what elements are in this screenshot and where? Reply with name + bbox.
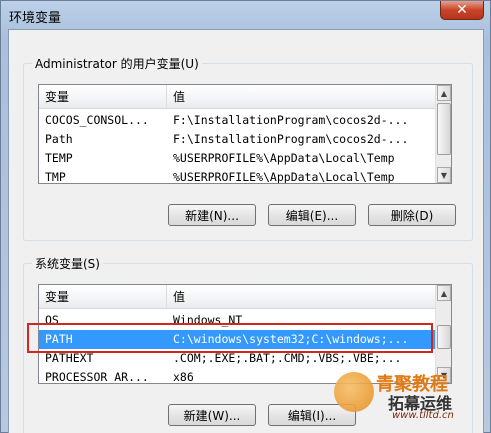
user-vars-scrollbar[interactable]: ▲ ▼ [435, 85, 451, 183]
user-vars-header: 变量 值 [39, 85, 436, 109]
system-new-button[interactable]: 新建(W)... [168, 404, 256, 426]
scroll-down-icon[interactable]: ▼ [437, 167, 451, 183]
close-icon: ✕ [456, 2, 468, 18]
user-vars-list[interactable]: 变量 值 COCOS_CONSOL... F:\InstallationProg… [38, 84, 452, 184]
column-header-value[interactable]: 值 [167, 285, 436, 309]
var-value: .COM;.EXE;.BAT;.CMD;.VBS;.VBE;... [173, 351, 402, 365]
var-name: Path [45, 132, 73, 146]
table-row[interactable]: TMP %USERPROFILE%\AppData\Local\Temp [39, 168, 436, 184]
user-delete-button[interactable]: 删除(D) [368, 204, 456, 226]
env-vars-window: 环境变量 ✕ Administrator 的用户变量(U) 变量 值 COCOS… [0, 0, 491, 433]
window-title: 环境变量 [9, 11, 62, 26]
close-button[interactable]: ✕ [440, 1, 484, 20]
watermark-logo-icon [334, 372, 374, 412]
var-value: F:\InstallationProgram\cocos2d-... [173, 113, 409, 127]
column-header-variable[interactable]: 变量 [39, 85, 167, 109]
scroll-up-icon[interactable]: ▲ [437, 85, 451, 101]
var-name: TEMP [45, 151, 73, 165]
user-vars-group: Administrator 的用户变量(U) 变量 值 COCOS_CONSOL… [23, 55, 473, 241]
user-vars-label: Administrator 的用户变量(U) [32, 55, 202, 72]
var-value: %USERPROFILE%\AppData\Local\Temp [173, 151, 395, 165]
var-name: PATHEXT [45, 351, 94, 365]
table-row[interactable]: TEMP %USERPROFILE%\AppData\Local\Temp [39, 149, 436, 168]
column-header-value[interactable]: 值 [167, 85, 436, 109]
var-value: %USERPROFILE%\AppData\Local\Temp [173, 170, 395, 184]
watermark-url: www.tlltd.cn [392, 410, 454, 421]
var-name: TMP [45, 170, 66, 184]
annotation-highlight-box [27, 323, 433, 353]
table-row[interactable]: COCOS_CONSOL... F:\InstallationProgram\c… [39, 111, 436, 130]
var-value: F:\InstallationProgram\cocos2d-... [173, 132, 409, 146]
scroll-up-icon[interactable]: ▲ [437, 285, 451, 301]
title-bar[interactable]: 环境变量 ✕ [1, 1, 490, 29]
user-edit-button[interactable]: 编辑(E)... [268, 204, 356, 226]
site-watermark: 青聚教程 拓幕运维 www.tlltd.cn [334, 368, 484, 428]
var-name: COCOS_CONSOL... [45, 113, 149, 127]
scroll-thumb[interactable] [437, 103, 451, 155]
system-vars-header: 变量 值 [39, 285, 436, 309]
scroll-thumb[interactable] [437, 325, 451, 349]
user-new-button[interactable]: 新建(N)... [168, 204, 256, 226]
table-row[interactable]: Path F:\InstallationProgram\cocos2d-... [39, 130, 436, 149]
var-name: PROCESSOR_AR... [45, 370, 149, 384]
column-header-variable[interactable]: 变量 [39, 285, 167, 309]
system-vars-label: 系统变量(S) [32, 255, 103, 272]
